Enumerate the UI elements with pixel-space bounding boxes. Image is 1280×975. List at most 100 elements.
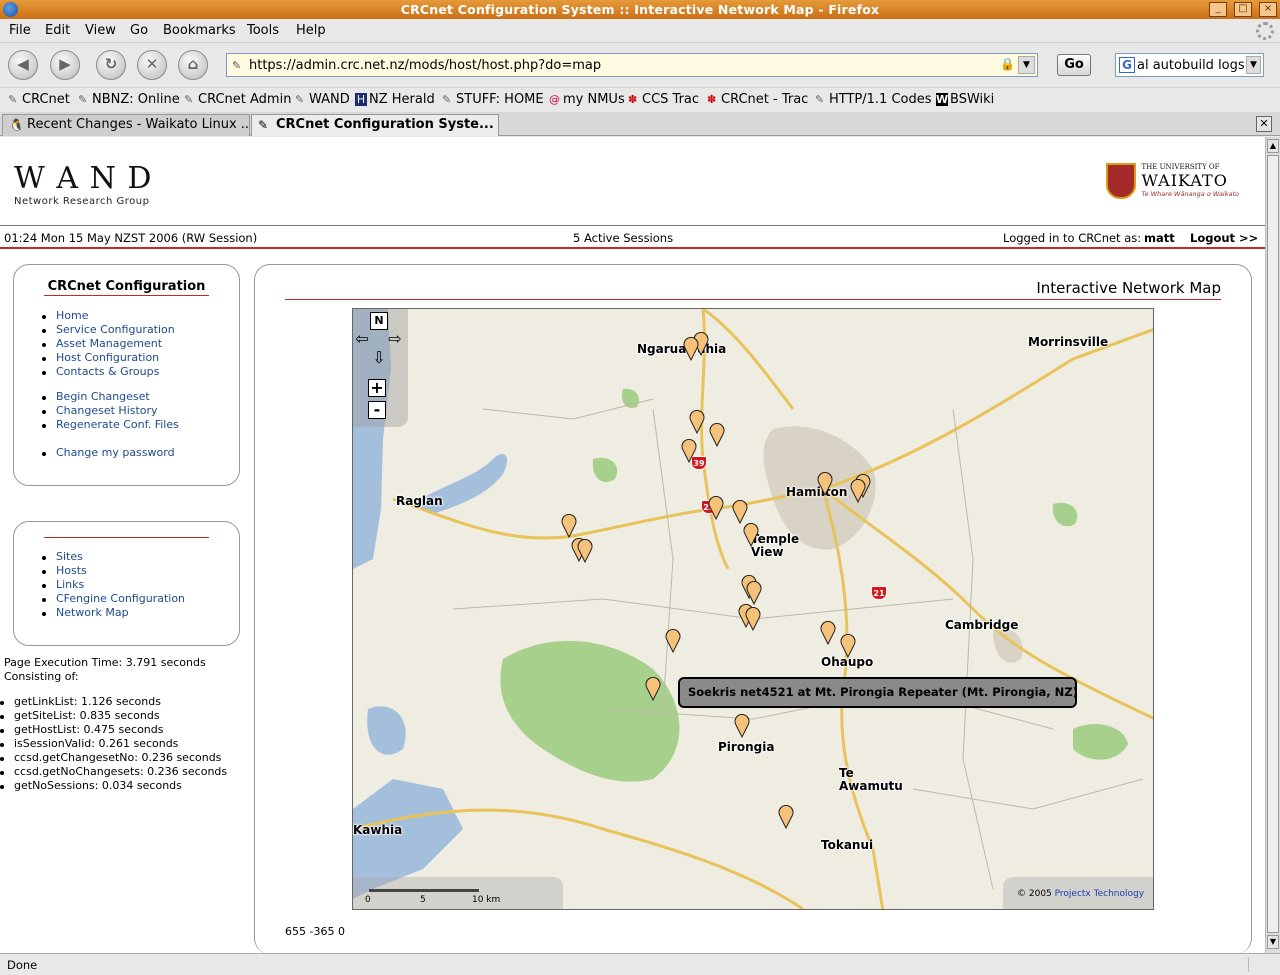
host-marker[interactable]: [708, 496, 724, 520]
host-marker[interactable]: [820, 621, 836, 645]
bookmark-crcnet-admin[interactable]: ✎ CRCnet Admin: [184, 92, 291, 107]
host-marker[interactable]: [850, 479, 866, 503]
host-marker[interactable]: [689, 410, 705, 434]
sidebar-item-regenerate-conf[interactable]: Regenerate Conf. Files: [42, 418, 179, 432]
host-marker[interactable]: [817, 472, 833, 496]
go-button[interactable]: Go: [1057, 54, 1091, 76]
zoom-in-button[interactable]: +: [368, 379, 386, 397]
host-marker[interactable]: [665, 629, 681, 653]
sidebar-group-account: Change my password: [42, 446, 175, 460]
menu-tools[interactable]: Tools: [247, 23, 279, 38]
url-history-dropdown[interactable]: ▼: [1018, 56, 1035, 74]
google-search-engine-icon[interactable]: G: [1119, 57, 1135, 73]
pan-south-icon[interactable]: ⇩: [370, 350, 388, 368]
menu-bookmarks[interactable]: Bookmarks: [163, 23, 236, 38]
sidebar-item-hosts[interactable]: Hosts: [42, 564, 185, 578]
bookmark-crcnet-trac[interactable]: ✽ CRCnet - Trac: [707, 92, 808, 107]
scale-line: [369, 889, 479, 892]
host-marker[interactable]: [778, 805, 794, 829]
sidebar-module-divider: [44, 537, 209, 538]
scroll-down-icon[interactable]: ▼: [1267, 935, 1279, 949]
tab-recent-changes[interactable]: 🐧 Recent Changes - Waikato Linux ...: [2, 114, 250, 136]
bookmark-http-codes[interactable]: ✎ HTTP/1.1 Codes: [815, 92, 932, 107]
bookmark-my-nmus[interactable]: @ my NMUs: [549, 92, 625, 107]
sidebar-item-host-configuration[interactable]: Host Configuration: [42, 351, 175, 365]
bookmark-nbnz[interactable]: ✎ NBNZ: Online: [78, 92, 180, 107]
sidebar-item-cfengine[interactable]: CFengine Configuration: [42, 592, 185, 606]
menu-view[interactable]: View: [85, 23, 116, 38]
pan-north-button[interactable]: N: [370, 312, 388, 330]
bookmark-crcnet[interactable]: ✎ CRCnet: [8, 92, 70, 107]
tux-icon: 🐧: [9, 118, 24, 132]
forward-button[interactable]: ▶: [50, 50, 80, 80]
host-marker[interactable]: [732, 500, 748, 524]
tab-crcnet-config[interactable]: ✎ CRCnet Configuration Syste...: [251, 114, 499, 136]
consisting-label: Consisting of:: [4, 670, 79, 683]
home-button[interactable]: ⌂: [178, 50, 208, 80]
lock-icon[interactable]: 🔒: [1000, 57, 1015, 71]
stop-button[interactable]: ✕: [137, 50, 167, 80]
url-bar[interactable]: ✎ https://admin.crc.net.nz/mods/host/hos…: [226, 53, 1038, 77]
university-crest-icon: [1105, 163, 1136, 199]
host-marker[interactable]: [746, 581, 762, 605]
exec-time: Page Execution Time: 3.791 seconds: [4, 656, 206, 669]
bookmark-ccs-trac[interactable]: ✽ CCS Trac: [628, 92, 699, 107]
menu-go[interactable]: Go: [130, 23, 148, 38]
sidebar-item-home[interactable]: Home: [42, 309, 175, 323]
pan-west-icon[interactable]: ⇦: [353, 331, 371, 349]
bookmark-bswiki[interactable]: W BSWiki: [936, 92, 994, 107]
sidebar-item-begin-changeset[interactable]: Begin Changeset: [42, 390, 179, 404]
close-tab-button[interactable]: ✕: [1256, 116, 1272, 132]
host-marker[interactable]: [681, 439, 697, 463]
host-marker[interactable]: [683, 337, 699, 361]
perf-item: getNoSessions: 0.034 seconds: [0, 779, 227, 793]
search-dropdown[interactable]: ▼: [1246, 56, 1261, 74]
sidebar-item-service-configuration[interactable]: Service Configuration: [42, 323, 175, 337]
sidebar-item-changeset-history[interactable]: Changeset History: [42, 404, 179, 418]
zoom-out-button[interactable]: -: [368, 401, 386, 419]
minimize-button[interactable]: _: [1209, 2, 1227, 17]
waikato-logo[interactable]: THE UNIVERSITY OF WAIKATO Te Whare Wānan…: [1105, 163, 1239, 199]
bookmark-wand[interactable]: ✎ WAND: [295, 92, 350, 107]
menu-help[interactable]: Help: [296, 23, 326, 38]
perf-item: getSiteList: 0.835 seconds: [0, 709, 227, 723]
wand-logo[interactable]: W A N D Network Research Group: [14, 161, 152, 207]
host-marker[interactable]: [577, 539, 593, 563]
page-scrollbar[interactable]: ▲ ▼: [1265, 137, 1280, 953]
url-text[interactable]: https://admin.crc.net.nz/mods/host/host.…: [249, 58, 601, 73]
logout-link[interactable]: Logout >>: [1190, 231, 1258, 245]
host-marker[interactable]: [745, 607, 761, 631]
host-marker[interactable]: [709, 423, 725, 447]
host-marker[interactable]: [561, 514, 577, 538]
bookmark-nz-herald[interactable]: H NZ Herald: [355, 92, 435, 107]
menu-edit[interactable]: Edit: [45, 23, 70, 38]
sidebar-module-box: Sites Hosts Links CFengine Configuration…: [13, 521, 240, 646]
sidebar-item-links[interactable]: Links: [42, 578, 185, 592]
host-marker[interactable]: [645, 677, 661, 701]
back-button[interactable]: ◀: [8, 50, 38, 80]
close-window-button[interactable]: ×: [1259, 2, 1277, 17]
host-marker[interactable]: [840, 634, 856, 658]
host-marker[interactable]: [734, 714, 750, 738]
scroll-up-icon[interactable]: ▲: [1267, 139, 1279, 153]
highway-shield: 21: [871, 586, 887, 600]
scroll-thumb[interactable]: [1267, 155, 1279, 933]
sidebar-group-changesets: Begin Changeset Changeset History Regene…: [42, 390, 179, 432]
search-bar[interactable]: G al autobuild logs ▼: [1115, 53, 1264, 77]
session-info-bar: 01:24 Mon 15 May NZST 2006 (RW Session) …: [0, 225, 1265, 249]
network-map[interactable]: 39 23 21 Ngaruawahia Morrinsville Raglan…: [352, 308, 1154, 910]
maximize-button[interactable]: □: [1234, 2, 1252, 17]
menu-file[interactable]: File: [9, 23, 31, 38]
projectx-link[interactable]: Projectx Technology: [1055, 889, 1144, 899]
host-marker[interactable]: [743, 523, 759, 547]
sidebar-item-sites[interactable]: Sites: [42, 550, 185, 564]
sidebar-item-change-password[interactable]: Change my password: [42, 446, 175, 460]
sidebar-item-network-map[interactable]: Network Map: [42, 606, 185, 620]
bookmark-stuff[interactable]: ✎ STUFF: HOME: [442, 92, 544, 107]
pan-east-icon[interactable]: ⇨: [386, 331, 404, 349]
town-label: Te Awamutu: [839, 766, 903, 793]
sidebar-item-asset-management[interactable]: Asset Management: [42, 337, 175, 351]
reload-button[interactable]: ↻: [96, 50, 126, 80]
search-input[interactable]: al autobuild logs: [1137, 58, 1245, 73]
sidebar-item-contacts-groups[interactable]: Contacts & Groups: [42, 365, 175, 379]
